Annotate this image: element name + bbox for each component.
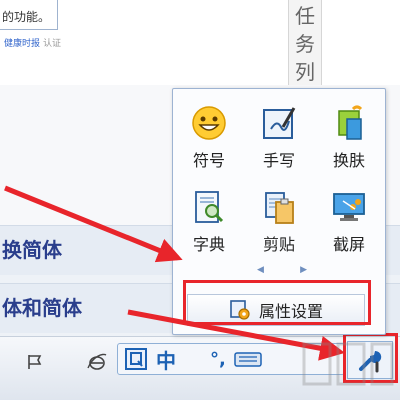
task-panel-char: 任 <box>295 4 315 28</box>
smiley-icon <box>192 106 226 140</box>
skin-label: 换肤 <box>332 151 365 170</box>
popup-pager: ◀ ▶ <box>257 265 307 275</box>
source-line: 健康时报 认证 <box>4 36 61 49</box>
symbol-label: 符号 <box>192 151 225 170</box>
health-times-link[interactable]: 健康时报 <box>4 39 40 49</box>
skin-icon <box>338 105 363 140</box>
toolbox-popup-menu: 符号 手写 换肤 字典 剪贴 截屏 ◀ ▶ 属性设置 <box>172 88 386 335</box>
task-list-panel[interactable]: 任 务 列 表 <box>288 0 322 112</box>
certification-label: 认证 <box>43 39 62 49</box>
menu-row-label: 换简体 <box>2 238 62 262</box>
properties-settings-label: 属性设置 <box>258 302 323 321</box>
toolbox-button[interactable] <box>347 341 393 379</box>
screenshot-label: 截屏 <box>332 235 365 254</box>
screenshot-button[interactable]: 截屏 <box>319 189 379 261</box>
task-panel-char: 列 <box>295 60 315 84</box>
symbol-button[interactable]: 符号 <box>179 105 239 177</box>
clipboard-icon <box>265 192 294 224</box>
chinese-mode-button[interactable]: 中 <box>156 346 176 373</box>
handwriting-icon <box>263 107 296 139</box>
dictionary-icon <box>195 191 224 223</box>
ime-toolbar: 中 °, <box>117 343 345 375</box>
dictionary-label: 字典 <box>192 235 225 254</box>
flag-icon[interactable] <box>22 349 48 375</box>
clipboard-button[interactable]: 剪贴 <box>249 189 309 261</box>
article-text-box: 的功能。 <box>0 0 58 30</box>
task-panel-char: 务 <box>295 32 315 56</box>
properties-settings-button[interactable]: 属性设置 <box>187 294 365 326</box>
ime-logo-icon[interactable] <box>124 346 148 372</box>
half-width-moon-icon[interactable] <box>184 346 202 372</box>
settings-icon <box>230 300 250 320</box>
skin-button[interactable]: 换肤 <box>319 105 379 177</box>
clipboard-label: 剪贴 <box>262 235 295 254</box>
dictionary-button[interactable]: 字典 <box>179 189 239 261</box>
menu-row-label: 体和简体 <box>2 296 82 320</box>
screenshot-icon <box>333 193 365 221</box>
keyboard-icon[interactable] <box>234 346 262 372</box>
handwriting-label: 手写 <box>262 151 295 170</box>
ie-icon[interactable] <box>84 349 110 375</box>
wrench-icon <box>359 350 382 373</box>
page-prev-icon[interactable]: ◀ <box>257 265 264 275</box>
handwriting-button[interactable]: 手写 <box>249 105 309 177</box>
page-next-icon[interactable]: ▶ <box>300 265 307 275</box>
punctuation-button[interactable]: °, <box>210 346 226 372</box>
